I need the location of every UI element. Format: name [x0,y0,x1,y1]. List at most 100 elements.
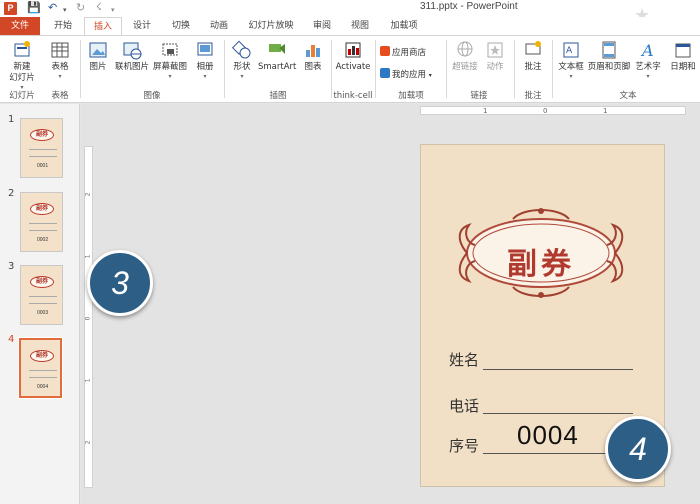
tab-addins[interactable]: 加载项 [382,17,426,35]
my-apps-label: 我的应用 [392,70,427,80]
picture-button[interactable]: 图片 [84,40,112,73]
chart-label: 图表 [304,62,322,72]
slide-thumbnail[interactable]: 副券 0002 [20,192,63,252]
presentation-start-icon[interactable]: ☇ [96,1,102,15]
screenshot-button[interactable]: 屏幕截图 ▾ [152,40,188,81]
thumbnail-emblem: 副券 [30,203,54,215]
redo-icon[interactable]: ↻ [76,1,85,15]
serial-field-label[interactable]: 序号 [449,435,479,456]
thumbnail-field-line [29,296,57,297]
online-picture-button[interactable]: 联机图片 [113,40,151,73]
hyperlink-button[interactable]: 超链接 [450,40,480,73]
wordart-label: 艺术字 [635,62,661,72]
calendar-icon [675,43,691,58]
tab-animations[interactable]: 动画 [200,17,238,35]
tab-transitions[interactable]: 切换 [162,17,200,35]
album-button[interactable]: 相册 ▾ [190,40,220,81]
comment-label: 批注 [524,62,542,72]
screenshot-icon [162,43,178,56]
phone-field-line [483,413,633,414]
wordart-button[interactable]: A 艺术字 ▾ [633,40,663,81]
thumbnail-number: 4 [8,334,15,345]
ribbon-divider [224,40,225,98]
globe-picture-icon [123,42,142,60]
table-button[interactable]: 表格 ▾ [46,40,74,81]
store-icon [380,46,390,56]
thumbnail-field-line [29,156,57,157]
save-icon[interactable]: 💾 [27,1,41,15]
undo-icon[interactable]: ↶ [48,1,57,15]
ruler-number: 2 [84,192,92,197]
customize-toolbar-icon[interactable]: ▾ [111,3,115,17]
thumbnail-emblem: 副券 [30,350,54,362]
smartart-button[interactable]: SmartArt [258,40,296,73]
chevron-down-icon: ▾ [58,73,62,80]
tab-review[interactable]: 审阅 [304,17,340,35]
title-bar: P 💾 ↶ ▾ ↻ ☇ ▾ 311.pptx - PowerPoint ★ [0,0,700,25]
thumbnail-serial: 0003 [37,310,49,316]
app-store-label: 应用商店 [392,48,427,58]
thumbnail-serial: 0002 [37,237,49,243]
new-slide-button[interactable]: 新建 幻灯片 ▾ [2,40,42,92]
phone-field-label[interactable]: 电话 [449,395,479,416]
group-label-addins: 加载项 [398,91,424,101]
action-star-icon [487,42,503,58]
shapes-button[interactable]: 形状 ▾ [228,40,256,81]
shapes-icon [232,40,251,59]
textbox-button[interactable]: A 文本框 ▾ [556,40,586,81]
tab-design[interactable]: 设计 [123,17,161,35]
slide-thumbnail[interactable]: 副券 0003 [20,265,63,325]
chart-button[interactable]: 图表 [300,40,326,73]
picture-label: 图片 [89,62,107,72]
slide-thumbnail[interactable]: 副券 0001 [20,118,63,178]
undo-dropdown-icon[interactable]: ▾ [63,3,67,17]
activate-button[interactable]: Activate [334,40,372,73]
window-title: 311.pptx - PowerPoint [420,1,518,12]
smartart-label: SmartArt [258,62,297,72]
ticket-title[interactable]: 副券 [453,239,629,283]
shapes-label: 形状 [233,62,251,72]
slide-thumbnail-selected[interactable]: 副券 0004 [18,337,63,399]
group-label-slides: 幻灯片 [9,91,35,101]
tab-home[interactable]: 开始 [44,17,82,35]
tab-view[interactable]: 视图 [342,17,378,35]
tab-slideshow[interactable]: 幻灯片放映 [240,17,302,35]
ribbon-divider [514,40,515,98]
new-slide-label: 新建 幻灯片 [9,62,35,83]
group-label-comments: 批注 [524,91,542,101]
thumbnail-field-line [29,223,57,224]
header-footer-button[interactable]: 页眉和页脚 [587,40,631,73]
album-icon [197,42,213,56]
app-store-button[interactable]: 应用商店 [380,46,426,59]
comment-button[interactable]: 批注 [518,40,548,73]
ribbon-tabs: 文件 开始 插入 设计 切换 动画 幻灯片放映 审阅 视图 加载项 [0,17,700,36]
picture-icon [89,42,107,58]
powerpoint-logo-icon: P [4,2,17,15]
ribbon-divider [375,40,376,98]
group-label-links: 链接 [470,91,488,101]
date-time-label: 日期和 [670,62,696,72]
tab-file[interactable]: 文件 [0,17,40,35]
step-badge-4: 4 [605,416,671,482]
name-field-label[interactable]: 姓名 [449,349,479,370]
group-label-text: 文本 [619,91,637,101]
slide-thumbnails-pane: 1 副券 0001 2 副券 0002 3 副券 0003 4 副券 0004 [0,104,80,504]
thumbnail-number: 1 [8,114,15,125]
textbox-label: 文本框 [558,62,584,72]
ruler-number: 1 [603,107,608,115]
tab-insert[interactable]: 插入 [84,17,122,36]
ribbon: 新建 幻灯片 ▾ 表格 ▾ 图片 联机图片 屏幕截图 ▾ 相册 ▾ 形状 ▾ S… [0,35,700,103]
ribbon-divider [331,40,332,98]
date-time-button[interactable]: 日期和 [666,40,700,73]
serial-number-textbox[interactable]: 0004 [517,420,579,451]
thumbnail-field-line [29,370,57,371]
activate-label: Activate [335,62,371,72]
ruler-number: 0 [543,107,548,115]
action-button[interactable]: 动作 [482,40,508,73]
textbox-icon: A [563,42,579,58]
my-apps-button[interactable]: 我的应用 ▾ [380,68,432,82]
thumbnail-number: 2 [8,188,15,199]
ruler-number: 2 [84,440,92,445]
comment-icon [525,41,541,55]
chevron-down-icon: ▾ [569,73,573,80]
